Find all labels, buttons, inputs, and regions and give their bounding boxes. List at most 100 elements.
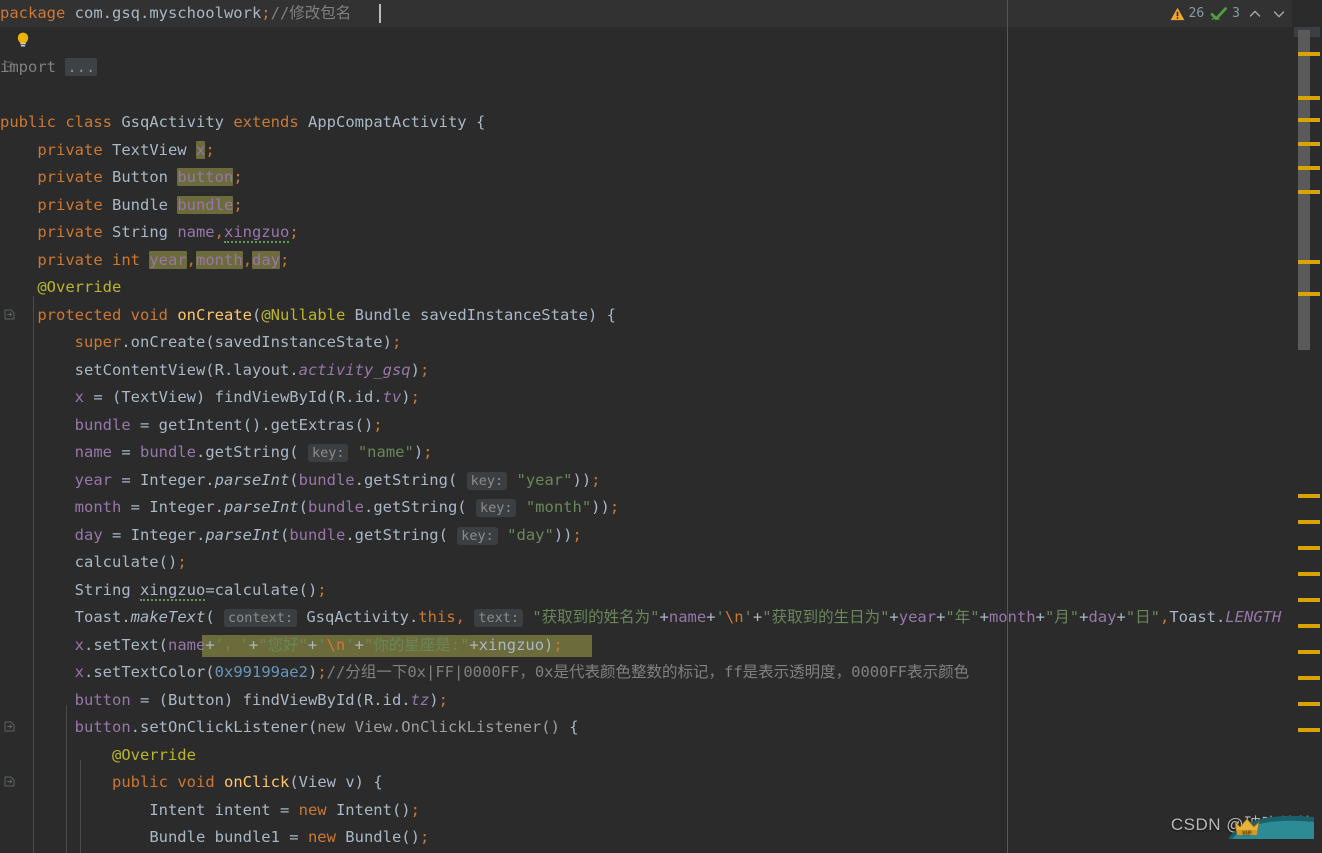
- code-token: 0x99199ae2: [214, 663, 308, 681]
- code-token: ,: [455, 608, 466, 626]
- code-token: {: [559, 718, 579, 736]
- code-line: button = (Button) findViewById(R.id.tz);: [0, 687, 448, 714]
- parameter-hint: key:: [307, 444, 349, 462]
- code-token: .getString(: [195, 443, 308, 461]
- code-token: .getString(: [345, 526, 458, 544]
- fold-arrow-icon[interactable]: [4, 776, 15, 787]
- stripe-warning-mark[interactable]: [1298, 166, 1320, 170]
- code-token: Bundle savedInstanceState) {: [345, 306, 616, 324]
- code-token: "日": [1125, 608, 1160, 626]
- stripe-warning-mark[interactable]: [1298, 494, 1320, 498]
- code-token: +: [1035, 608, 1045, 626]
- code-token: +: [205, 636, 215, 654]
- error-stripe-scrollbar[interactable]: [1292, 0, 1322, 853]
- typo-identifier: xingzuo: [139, 581, 206, 601]
- ok-indicator[interactable]: 3: [1210, 6, 1240, 22]
- intention-bulb-icon[interactable]: [14, 31, 32, 49]
- chevron-up-icon[interactable]: [1246, 5, 1264, 23]
- code-token: x: [74, 388, 84, 406]
- code-token: @Nullable: [261, 306, 346, 324]
- code-line: month = Integer.parseInt(bundle.getStrin…: [0, 494, 619, 521]
- code-token: +: [979, 608, 989, 626]
- code-token: ': [345, 636, 355, 654]
- code-token: +: [354, 636, 364, 654]
- code-editor-window: package com.gsq.myschoolwork;//修改包名 impor…: [0, 0, 1322, 853]
- fold-placeholder: ...: [65, 58, 98, 76]
- stripe-warning-mark[interactable]: [1298, 190, 1320, 194]
- code-token: ,: [214, 223, 224, 241]
- editor-gutter[interactable]: [0, 0, 44, 853]
- code-token: name: [168, 636, 206, 654]
- code-token: TextView: [102, 141, 196, 159]
- chevron-down-icon[interactable]: [1270, 5, 1288, 23]
- code-token: private: [37, 251, 103, 269]
- stripe-warning-mark[interactable]: [1298, 676, 1320, 680]
- code-token: LENGTH: [1225, 608, 1282, 626]
- code-token: bundle: [298, 471, 355, 489]
- stripe-warning-mark[interactable]: [1298, 96, 1320, 100]
- fold-arrow-icon[interactable]: [4, 309, 15, 320]
- fold-arrow-icon[interactable]: [4, 61, 15, 72]
- code-token: ;: [438, 691, 448, 709]
- code-token: ;: [373, 416, 383, 434]
- code-token: Intent intent =: [149, 801, 299, 819]
- code-token: "获取到的姓名为": [532, 608, 660, 626]
- stripe-warning-mark[interactable]: [1298, 572, 1320, 576]
- stripe-warning-mark[interactable]: [1298, 728, 1320, 732]
- code-token: ;: [423, 443, 433, 461]
- inspection-widget[interactable]: 26 3: [1166, 0, 1292, 27]
- code-token: month: [74, 498, 122, 516]
- stripe-warning-mark[interactable]: [1298, 118, 1320, 122]
- code-token: Toast.: [1169, 608, 1226, 626]
- code-token: ;: [591, 471, 601, 489]
- code-text-area[interactable]: package com.gsq.myschoolwork;//修改包名 impor…: [0, 0, 1322, 853]
- code-token: "month": [525, 498, 592, 516]
- stripe-warning-mark[interactable]: [1298, 142, 1320, 146]
- code-token: (: [252, 306, 262, 324]
- stripe-warning-mark[interactable]: [1298, 520, 1320, 524]
- code-token: "年": [945, 608, 980, 626]
- code-token: ): [429, 691, 439, 709]
- stripe-warning-mark[interactable]: [1298, 52, 1320, 56]
- stripe-warning-mark[interactable]: [1298, 292, 1320, 296]
- code-token: +: [1116, 608, 1126, 626]
- code-token: parseInt: [214, 471, 290, 489]
- fold-arrow-icon[interactable]: [4, 721, 15, 732]
- stripe-warning-mark[interactable]: [1298, 546, 1320, 550]
- code-token: new: [298, 801, 327, 819]
- code-token: "您好": [258, 636, 308, 654]
- code-token: bundle: [307, 498, 364, 516]
- code-token: View.OnClickListener(): [345, 718, 560, 736]
- code-token: button: [74, 691, 131, 709]
- code-token: +xingzuo): [469, 636, 554, 654]
- code-token: AppCompatActivity {: [298, 113, 486, 131]
- code-token: ': [715, 608, 725, 626]
- parameter-hint: text:: [474, 609, 523, 627]
- stripe-warning-mark[interactable]: [1298, 650, 1320, 654]
- code-token: bundle: [289, 526, 346, 544]
- stripe-warning-mark[interactable]: [1298, 702, 1320, 706]
- code-token: name: [74, 443, 112, 461]
- code-token: ,: [1159, 608, 1170, 626]
- code-token: ;: [233, 196, 243, 214]
- code-token: Bundle: [102, 196, 178, 214]
- code-token: (View v) {: [289, 773, 383, 791]
- code-token: (: [205, 608, 224, 626]
- code-token: new: [307, 828, 336, 846]
- code-token: ): [413, 443, 424, 461]
- identifier-occurrence: button: [177, 168, 234, 186]
- code-token: GsqActivity: [112, 113, 234, 131]
- code-token: +: [706, 608, 716, 626]
- code-line: private String name,xingzuo;: [0, 219, 299, 246]
- code-token: Button: [102, 168, 178, 186]
- code-token: ;: [177, 553, 187, 571]
- stripe-warning-mark[interactable]: [1298, 598, 1320, 602]
- warning-indicator[interactable]: 26: [1170, 6, 1204, 21]
- stripe-warning-mark[interactable]: [1298, 260, 1320, 264]
- code-token: )): [553, 526, 573, 544]
- stripe-warning-mark[interactable]: [1298, 624, 1320, 628]
